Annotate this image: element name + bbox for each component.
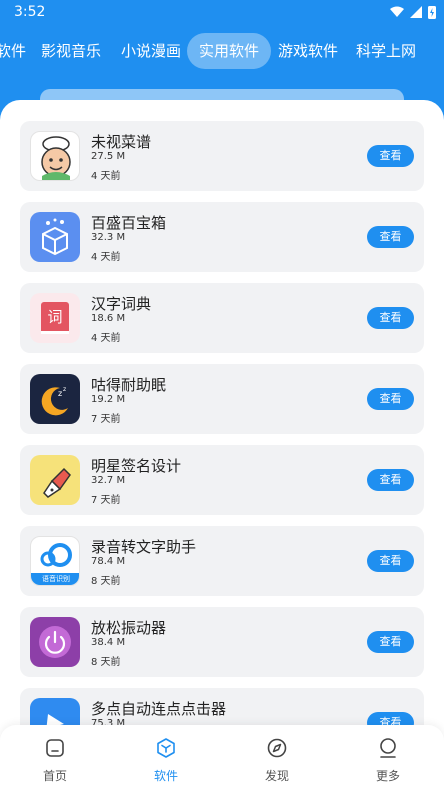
- moon-sleep-icon: z z: [30, 374, 80, 424]
- nav-software-label: 软件: [153, 769, 178, 783]
- dictionary-icon-glyph: 词: [41, 302, 69, 334]
- view-button[interactable]: 查看: [367, 145, 414, 167]
- battery-icon: [428, 6, 436, 19]
- app-size: 78.4 M: [91, 556, 126, 567]
- cube-icon: [157, 738, 175, 758]
- bottom-nav: 首页 软件 发现 更多: [0, 725, 444, 791]
- app-name: 百盛百宝箱: [91, 214, 167, 232]
- voice-recognition-label: 语音识别: [31, 573, 79, 585]
- view-button[interactable]: 查看: [367, 226, 414, 248]
- app-time: 4 天前: [91, 171, 121, 182]
- tab-novel-comic[interactable]: 小说漫画: [121, 33, 181, 69]
- tab-vpn[interactable]: 科学上网: [356, 33, 416, 69]
- view-button[interactable]: 查看: [367, 631, 414, 653]
- status-bar: 3:52: [0, 0, 444, 24]
- list-item[interactable]: 明星签名设计 32.7 M 7 天前 查看: [20, 445, 424, 515]
- app-name: 录音转文字助手: [91, 538, 197, 556]
- status-time: 3:52: [14, 4, 46, 20]
- tab-game-software[interactable]: 游戏软件: [278, 33, 338, 69]
- app-name: 多点自动连点点击器: [91, 700, 227, 718]
- tab-software[interactable]: 软件: [0, 33, 26, 69]
- app-time: 8 天前: [91, 576, 121, 587]
- app-time: 7 天前: [91, 414, 121, 425]
- chef-icon: [30, 131, 80, 181]
- wifi-icon: [390, 6, 404, 17]
- toolbox-icon: [30, 212, 80, 262]
- category-tabs: 软件 影视音乐 小说漫画 实用软件 游戏软件 科学上网: [0, 33, 444, 71]
- svg-text:z: z: [58, 389, 62, 398]
- power-icon: [30, 617, 80, 667]
- app-name: 咕得耐助眠: [91, 376, 167, 394]
- view-button[interactable]: 查看: [367, 469, 414, 491]
- app-name: 汉字词典: [91, 295, 152, 313]
- tab-video-music[interactable]: 影视音乐: [41, 33, 101, 69]
- nav-more-label: 更多: [375, 769, 400, 783]
- app-size: 32.3 M: [91, 232, 126, 243]
- dictionary-icon: 词: [30, 293, 80, 343]
- app-size: 18.6 M: [91, 313, 126, 324]
- nav-discover[interactable]: 发现: [237, 737, 317, 784]
- nav-more[interactable]: 更多: [348, 737, 428, 784]
- pen-icon: [30, 455, 80, 505]
- voice-recognition-icon: 语音识别: [30, 536, 80, 586]
- list-item[interactable]: 语音识别 录音转文字助手 78.4 M 8 天前 查看: [20, 526, 424, 596]
- app-size: 32.7 M: [91, 475, 126, 486]
- app-size: 27.5 M: [91, 151, 126, 162]
- app-time: 8 天前: [91, 657, 121, 668]
- compass-icon: [267, 738, 287, 758]
- app-time: 4 天前: [91, 252, 121, 263]
- nav-software[interactable]: 软件: [126, 737, 206, 784]
- nav-home[interactable]: 首页: [15, 737, 95, 784]
- list-item[interactable]: z z 咕得耐助眠 19.2 M 7 天前 查看: [20, 364, 424, 434]
- list-item[interactable]: 放松振动器 38.4 M 8 天前 查看: [20, 607, 424, 677]
- nav-discover-label: 发现: [264, 769, 289, 783]
- app-name: 放松振动器: [91, 619, 167, 637]
- app-time: 7 天前: [91, 495, 121, 506]
- app-time: 4 天前: [91, 333, 121, 344]
- view-button[interactable]: 查看: [367, 388, 414, 410]
- list-item[interactable]: 百盛百宝箱 32.3 M 4 天前 查看: [20, 202, 424, 272]
- nav-home-label: 首页: [42, 769, 67, 783]
- app-name: 未视菜谱: [91, 133, 152, 151]
- app-name: 明星签名设计: [91, 457, 182, 475]
- signal-icon: [410, 6, 422, 18]
- home-icon: [46, 739, 64, 757]
- app-size: 19.2 M: [91, 394, 126, 405]
- profile-icon: [380, 738, 396, 758]
- list-item[interactable]: 词 汉字词典 18.6 M 4 天前 查看: [20, 283, 424, 353]
- view-button[interactable]: 查看: [367, 307, 414, 329]
- svg-text:z: z: [63, 386, 66, 393]
- list-item[interactable]: 未视菜谱 27.5 M 4 天前 查看: [20, 121, 424, 191]
- tab-utility-software[interactable]: 实用软件: [187, 33, 272, 69]
- app-size: 38.4 M: [91, 637, 126, 648]
- view-button[interactable]: 查看: [367, 550, 414, 572]
